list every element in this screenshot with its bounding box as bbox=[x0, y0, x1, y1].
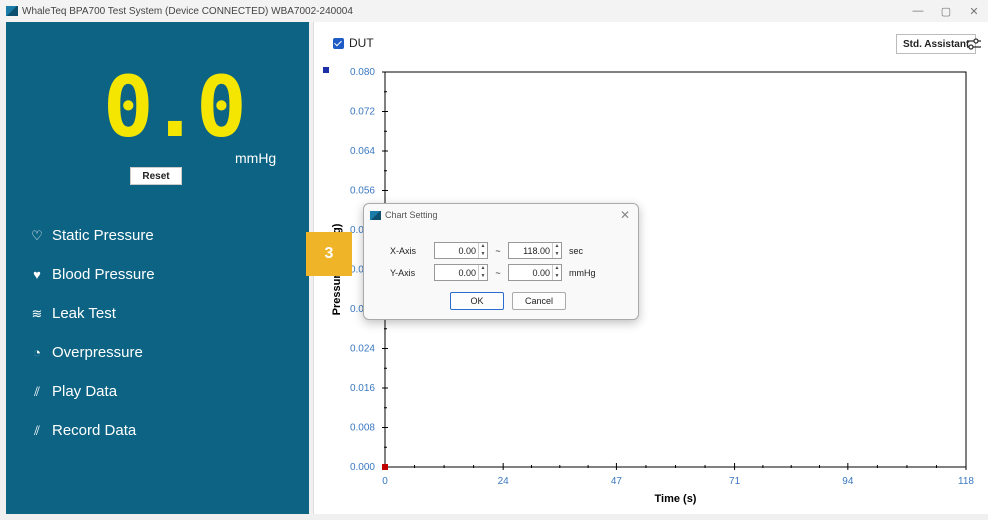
app-logo-icon bbox=[370, 210, 381, 220]
x-tick-label: 0 bbox=[382, 476, 388, 487]
x-axis-label: X-Axis bbox=[390, 245, 417, 256]
y-tick-label: 0.064 bbox=[350, 146, 375, 157]
y-tick-label: 0.000 bbox=[350, 462, 375, 473]
y-axis-unit: mmHg bbox=[569, 267, 596, 278]
ok-button[interactable]: OK bbox=[450, 292, 504, 310]
x-axis-title: Time (s) bbox=[655, 493, 697, 505]
dialog-title-bar: Chart Setting bbox=[370, 210, 438, 220]
dialog-title: Chart Setting bbox=[385, 210, 438, 220]
y-tick-label: 0.016 bbox=[350, 383, 375, 394]
range-separator: ~ bbox=[495, 267, 501, 278]
x-tick-label: 71 bbox=[729, 476, 741, 487]
x-axis-max-spinbox[interactable]: 118.00 ▲ ▼ bbox=[508, 242, 562, 259]
x-axis-min-spinbox[interactable]: 0.00 ▲ ▼ bbox=[434, 242, 488, 259]
y-axis-max-spinbox[interactable]: 0.00 ▲ ▼ bbox=[508, 264, 562, 281]
y-axis-row: Y-Axis 0.00 ▲ ▼ ~ 0.00 ▲ ▼ mmHg bbox=[390, 264, 596, 281]
spin-arrows-icon[interactable]: ▲ ▼ bbox=[478, 265, 487, 280]
x-tick-label: 24 bbox=[498, 476, 510, 487]
chart-setting-dialog: Chart Setting ✕ X-Axis 0.00 ▲ ▼ ~ 118.00 … bbox=[363, 203, 639, 320]
x-axis-row: X-Axis 0.00 ▲ ▼ ~ 118.00 ▲ ▼ sec bbox=[390, 242, 583, 259]
range-separator: ~ bbox=[495, 245, 501, 256]
origin-marker bbox=[382, 464, 388, 470]
spin-arrows-icon[interactable]: ▲ ▼ bbox=[552, 265, 561, 280]
x-tick-label: 47 bbox=[611, 476, 623, 487]
dialog-close-button[interactable]: ✕ bbox=[620, 208, 630, 222]
spin-arrows-icon[interactable]: ▲ ▼ bbox=[478, 243, 487, 258]
y-tick-label: 0.024 bbox=[350, 344, 375, 355]
y-tick-label: 0.080 bbox=[350, 67, 375, 78]
y-tick-label: 0.072 bbox=[350, 107, 375, 118]
x-axis-unit: sec bbox=[569, 245, 584, 256]
y-tick-label: 0.008 bbox=[350, 423, 375, 434]
spin-arrows-icon[interactable]: ▲ ▼ bbox=[552, 243, 561, 258]
cancel-button[interactable]: Cancel bbox=[512, 292, 566, 310]
y-tick-label: 0.056 bbox=[350, 186, 375, 197]
y-axis-label: Y-Axis bbox=[390, 267, 416, 278]
x-tick-label: 94 bbox=[842, 476, 854, 487]
x-tick-label: 118 bbox=[958, 476, 974, 487]
step-badge: 3 bbox=[306, 232, 352, 276]
series-marker bbox=[323, 67, 329, 73]
y-axis-min-spinbox[interactable]: 0.00 ▲ ▼ bbox=[434, 264, 488, 281]
